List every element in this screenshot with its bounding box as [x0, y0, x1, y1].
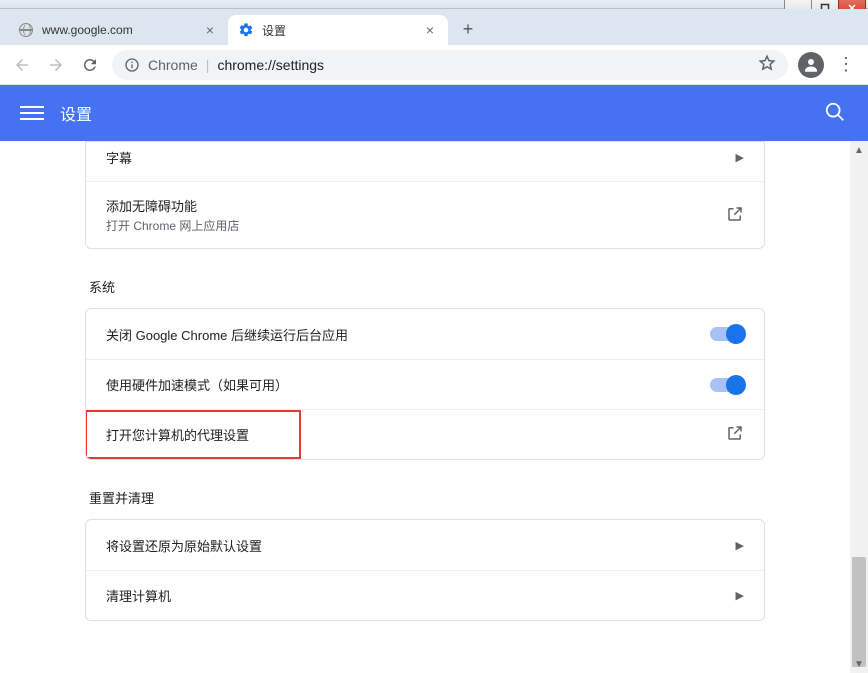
globe-icon — [18, 22, 34, 38]
browser-toolbar: Chrome | chrome://settings ⋮ — [0, 45, 868, 85]
accessibility-card: 字幕 ▶ 添加无障碍功能 打开 Chrome 网上应用店 — [85, 141, 765, 249]
vertical-scrollbar[interactable]: ▲ ▼ — [850, 141, 868, 673]
add-accessibility-row[interactable]: 添加无障碍功能 打开 Chrome 网上应用店 — [86, 181, 764, 248]
tab-title: 设置 — [262, 22, 422, 39]
toggle-switch[interactable] — [710, 327, 744, 341]
tab-settings[interactable]: 设置 × — [228, 15, 448, 45]
hamburger-icon[interactable] — [20, 101, 44, 125]
background-apps-row[interactable]: 关闭 Google Chrome 后继续运行后台应用 — [86, 309, 764, 359]
scroll-down-icon[interactable]: ▼ — [850, 655, 868, 673]
bookmark-star-icon[interactable] — [758, 54, 776, 75]
row-label: 字幕 — [106, 148, 736, 167]
tab-title: www.google.com — [42, 23, 202, 37]
info-icon — [124, 57, 140, 73]
system-card: 关闭 Google Chrome 后继续运行后台应用 使用硬件加速模式（如果可用… — [85, 308, 765, 460]
reset-section-title: 重置并清理 — [89, 488, 765, 507]
row-label: 清理计算机 — [106, 586, 736, 605]
menu-button[interactable]: ⋮ — [834, 53, 858, 77]
settings-header: 设置 — [0, 85, 868, 141]
chevron-right-icon: ▶ — [736, 589, 744, 602]
profile-avatar[interactable] — [798, 52, 824, 78]
hardware-accel-row[interactable]: 使用硬件加速模式（如果可用） — [86, 359, 764, 409]
proxy-settings-row[interactable]: 打开您计算机的代理设置 — [86, 409, 764, 459]
back-button[interactable] — [10, 53, 34, 77]
cleanup-computer-row[interactable]: 清理计算机 ▶ — [86, 570, 764, 620]
forward-button[interactable] — [44, 53, 68, 77]
address-bar[interactable]: Chrome | chrome://settings — [112, 50, 788, 80]
page-title: 设置 — [60, 101, 824, 125]
row-sublabel: 打开 Chrome 网上应用店 — [106, 217, 726, 234]
gear-icon — [238, 22, 254, 38]
captions-row[interactable]: 字幕 ▶ — [86, 142, 764, 181]
reload-button[interactable] — [78, 53, 102, 77]
chevron-right-icon: ▶ — [736, 539, 744, 552]
row-label: 关闭 Google Chrome 后继续运行后台应用 — [106, 325, 710, 344]
row-label: 打开您计算机的代理设置 — [106, 425, 726, 444]
settings-content: 字幕 ▶ 添加无障碍功能 打开 Chrome 网上应用店 系统 关闭 Googl… — [0, 141, 850, 673]
tab-google[interactable]: www.google.com × — [8, 15, 228, 45]
tab-strip: www.google.com × 设置 × + — [0, 9, 868, 45]
url-scheme: Chrome — [148, 57, 198, 73]
chevron-right-icon: ▶ — [736, 151, 744, 164]
search-icon[interactable] — [824, 101, 848, 125]
scroll-up-icon[interactable]: ▲ — [850, 141, 868, 159]
external-link-icon — [726, 205, 744, 226]
window-titlebar — [0, 0, 868, 9]
system-section-title: 系统 — [89, 277, 765, 296]
row-label: 将设置还原为原始默认设置 — [106, 536, 736, 555]
url-divider: | — [206, 57, 210, 73]
row-label: 使用硬件加速模式（如果可用） — [106, 375, 710, 394]
toggle-switch[interactable] — [710, 378, 744, 392]
row-label: 添加无障碍功能 — [106, 196, 726, 215]
restore-defaults-row[interactable]: 将设置还原为原始默认设置 ▶ — [86, 520, 764, 570]
new-tab-button[interactable]: + — [454, 15, 482, 43]
external-link-icon — [726, 424, 744, 445]
reset-card: 将设置还原为原始默认设置 ▶ 清理计算机 ▶ — [85, 519, 765, 621]
close-icon[interactable]: × — [422, 22, 438, 38]
scrollbar-thumb[interactable] — [852, 557, 866, 667]
close-icon[interactable]: × — [202, 22, 218, 38]
url-text: chrome://settings — [217, 57, 324, 73]
